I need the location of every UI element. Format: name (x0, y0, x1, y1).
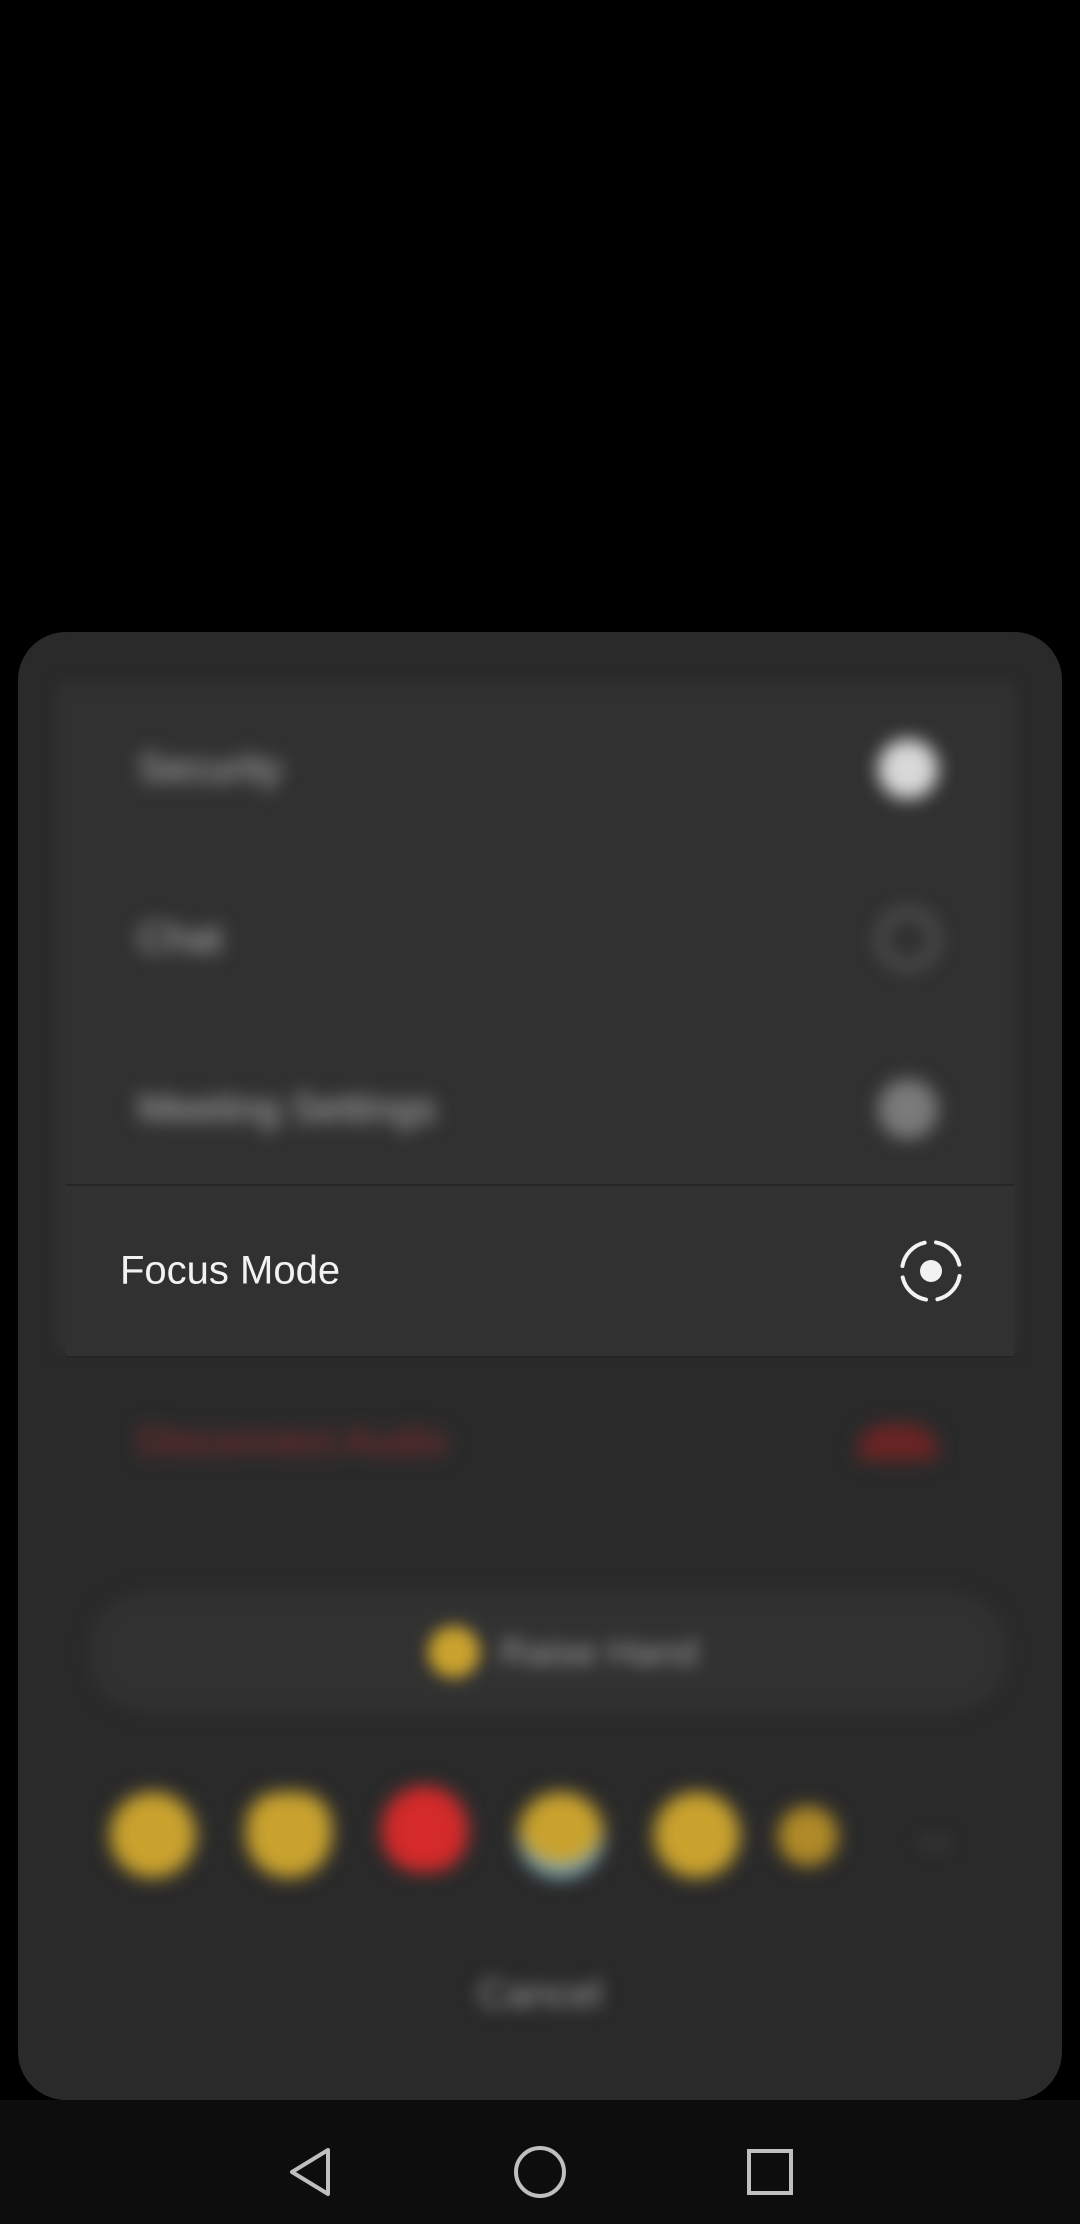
open-mouth-icon[interactable] (654, 1792, 740, 1878)
party-popper-icon[interactable] (778, 1806, 838, 1866)
screen: Security Chat Meeting Settings Focus Mod… (0, 0, 1080, 2224)
reaction-bar: ... (58, 1772, 1028, 1902)
tears-of-joy-icon[interactable] (518, 1792, 604, 1878)
menu-item-security[interactable]: Security (82, 684, 994, 854)
raise-hand-button[interactable]: Raise Hand (88, 1592, 1008, 1712)
menu-item-disconnect-audio-label: Disconnect Audio (138, 1419, 448, 1464)
menu-item-meeting-settings[interactable]: Meeting Settings (82, 1024, 994, 1194)
back-icon[interactable] (280, 2142, 340, 2202)
heart-icon[interactable] (382, 1786, 468, 1872)
menu-item-chat-label: Chat (138, 916, 223, 961)
focus-mode-icon (900, 1240, 962, 1302)
menu-item-meeting-settings-label: Meeting Settings (138, 1086, 436, 1131)
settings-gear-icon (878, 1079, 938, 1139)
more-options-sheet: Security Chat Meeting Settings Focus Mod… (18, 632, 1062, 2100)
recents-icon[interactable] (740, 2142, 800, 2202)
more-reactions-button[interactable]: ... (918, 1810, 951, 1855)
menu-item-focus-mode[interactable]: Focus Mode (66, 1184, 1014, 1358)
raised-hand-icon (428, 1626, 480, 1678)
home-icon[interactable] (510, 2142, 570, 2202)
headset-icon (858, 1424, 938, 1460)
menu-item-disconnect-audio[interactable]: Disconnect Audio (82, 1357, 994, 1527)
menu-item-focus-mode-label: Focus Mode (120, 1248, 341, 1293)
clapping-hands-icon[interactable] (110, 1792, 196, 1878)
menu-item-chat[interactable]: Chat (82, 854, 994, 1024)
security-badge-icon (878, 739, 938, 799)
menu-item-security-label: Security (138, 746, 283, 791)
chat-bubble-icon (878, 909, 938, 969)
raise-hand-label: Raise Hand (500, 1632, 699, 1674)
thumbs-up-icon[interactable] (246, 1792, 332, 1878)
cancel-button[interactable]: Cancel (18, 1972, 1062, 2017)
